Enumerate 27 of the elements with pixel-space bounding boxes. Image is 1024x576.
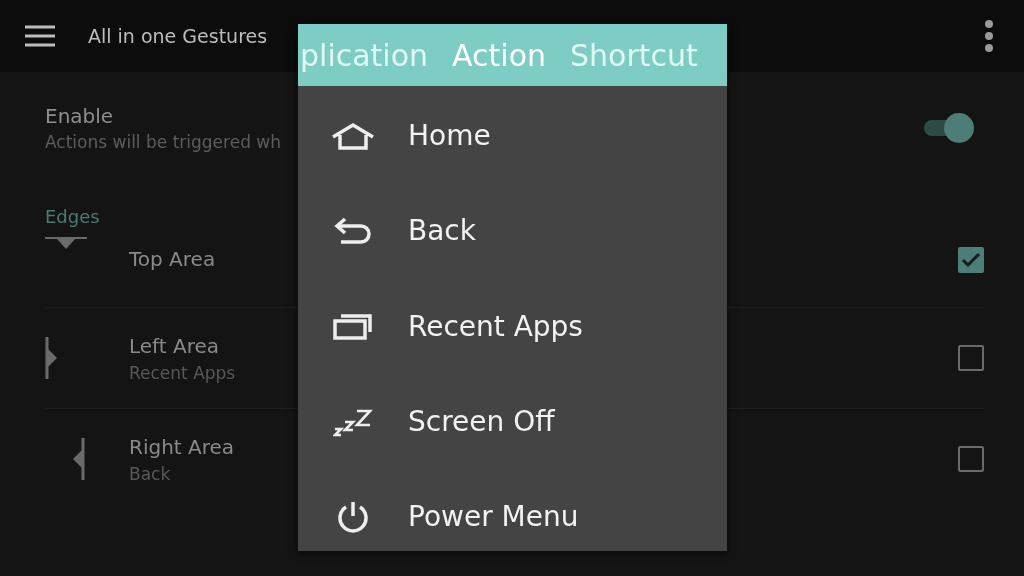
action-item[interactable]: Screen Off: [298, 373, 727, 470]
setting-description: Actions will be triggered wh: [45, 132, 281, 152]
app-title: All in one Gestures: [88, 25, 269, 47]
checkmark-icon: [961, 252, 981, 268]
left-edge-icon: [45, 337, 59, 379]
action-item[interactable]: Home: [298, 88, 727, 184]
checkbox[interactable]: [958, 247, 984, 273]
checkbox[interactable]: [958, 345, 984, 371]
action-item[interactable]: Back: [298, 183, 727, 279]
more-icon[interactable]: [984, 19, 994, 53]
stacked-windows-icon: [333, 312, 373, 341]
edge-title: Top Area: [129, 247, 216, 271]
house-icon: [330, 121, 376, 150]
section-header: Edges: [45, 206, 101, 227]
edge-action: Recent Apps: [129, 362, 236, 383]
right-edge-icon: [71, 438, 85, 480]
action-item[interactable]: Power Menu: [298, 469, 727, 565]
setting-title: Enable: [45, 104, 115, 128]
top-edge-icon: [45, 237, 87, 251]
edge-title: Left Area: [129, 333, 219, 358]
power-icon: [336, 499, 370, 534]
menu-icon[interactable]: [24, 25, 56, 47]
action-item[interactable]: Recent Apps: [298, 278, 727, 374]
edge-title: Right Area: [129, 434, 235, 459]
checkbox[interactable]: [958, 446, 984, 472]
back-arrow-icon: [333, 216, 373, 245]
edge-action: Back: [129, 463, 171, 484]
